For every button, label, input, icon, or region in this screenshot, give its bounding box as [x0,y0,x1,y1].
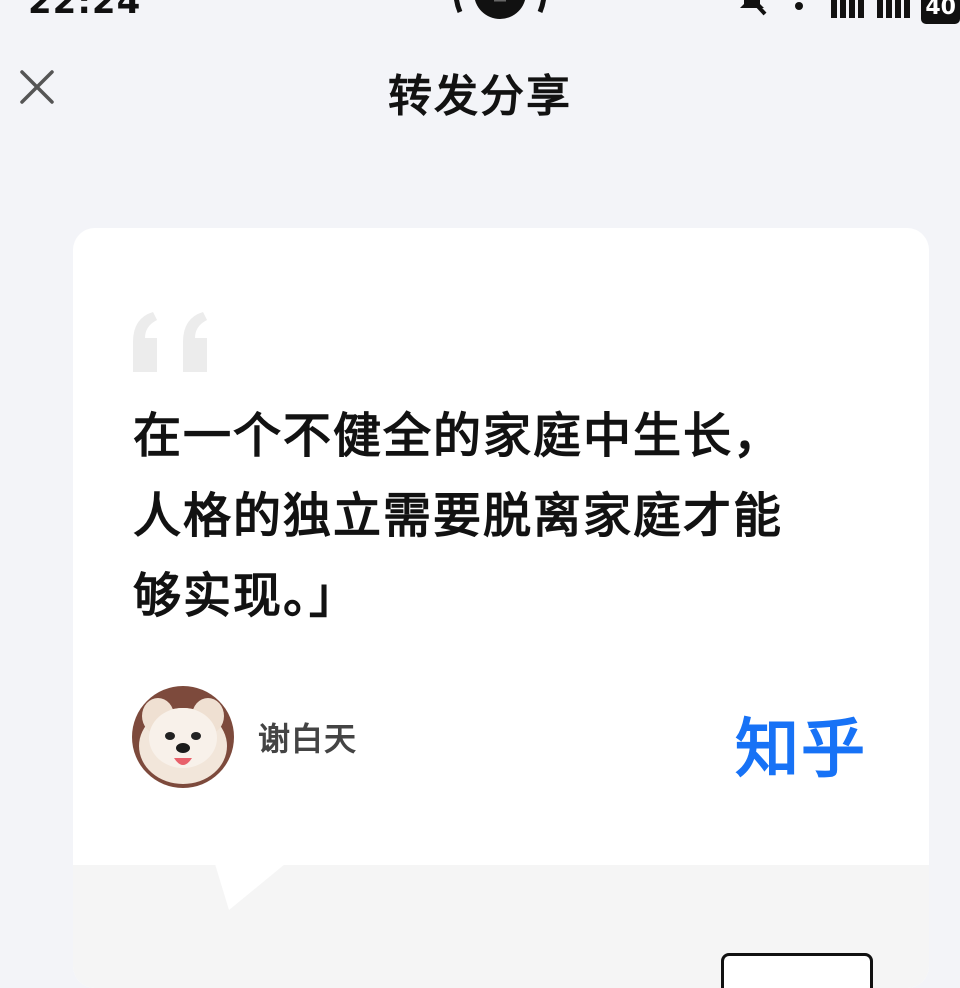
card-footer [73,864,929,988]
quote-line: 够实现。」 [133,568,360,624]
quote-line: 在一个不健全的家庭中生长， [133,408,784,464]
author-name: 谢白天 [258,720,358,758]
quote-text: 在一个不健全的家庭中生长， 人格的独立需要脱离家庭才能 够实现。」 [133,396,853,636]
header: 转发分享 [0,52,960,124]
footer-button[interactable] [721,953,873,988]
wifi-icon [788,0,810,10]
camera-cutout [448,0,552,20]
quote-mark-icon [131,312,217,378]
battery-indicator: 40 [921,0,960,24]
status-icons: 40 [735,0,960,24]
share-card: 在一个不健全的家庭中生长， 人格的独立需要脱离家庭才能 够实现。」 谢白天 知乎 [73,228,929,988]
signal-icon-1 [831,0,865,18]
author-row: 谢白天 [132,686,357,788]
quote-line: 人格的独立需要脱离家庭才能 [133,488,784,544]
status-bar: 22:24 40 [0,0,960,24]
zhihu-logo: 知乎 [735,713,867,787]
mute-icon [740,0,767,16]
avatar[interactable] [132,686,234,788]
status-time: 22:24 [28,0,142,22]
page-title: 转发分享 [388,71,572,122]
signal-icon-2 [877,0,911,18]
speech-notch [215,864,285,916]
